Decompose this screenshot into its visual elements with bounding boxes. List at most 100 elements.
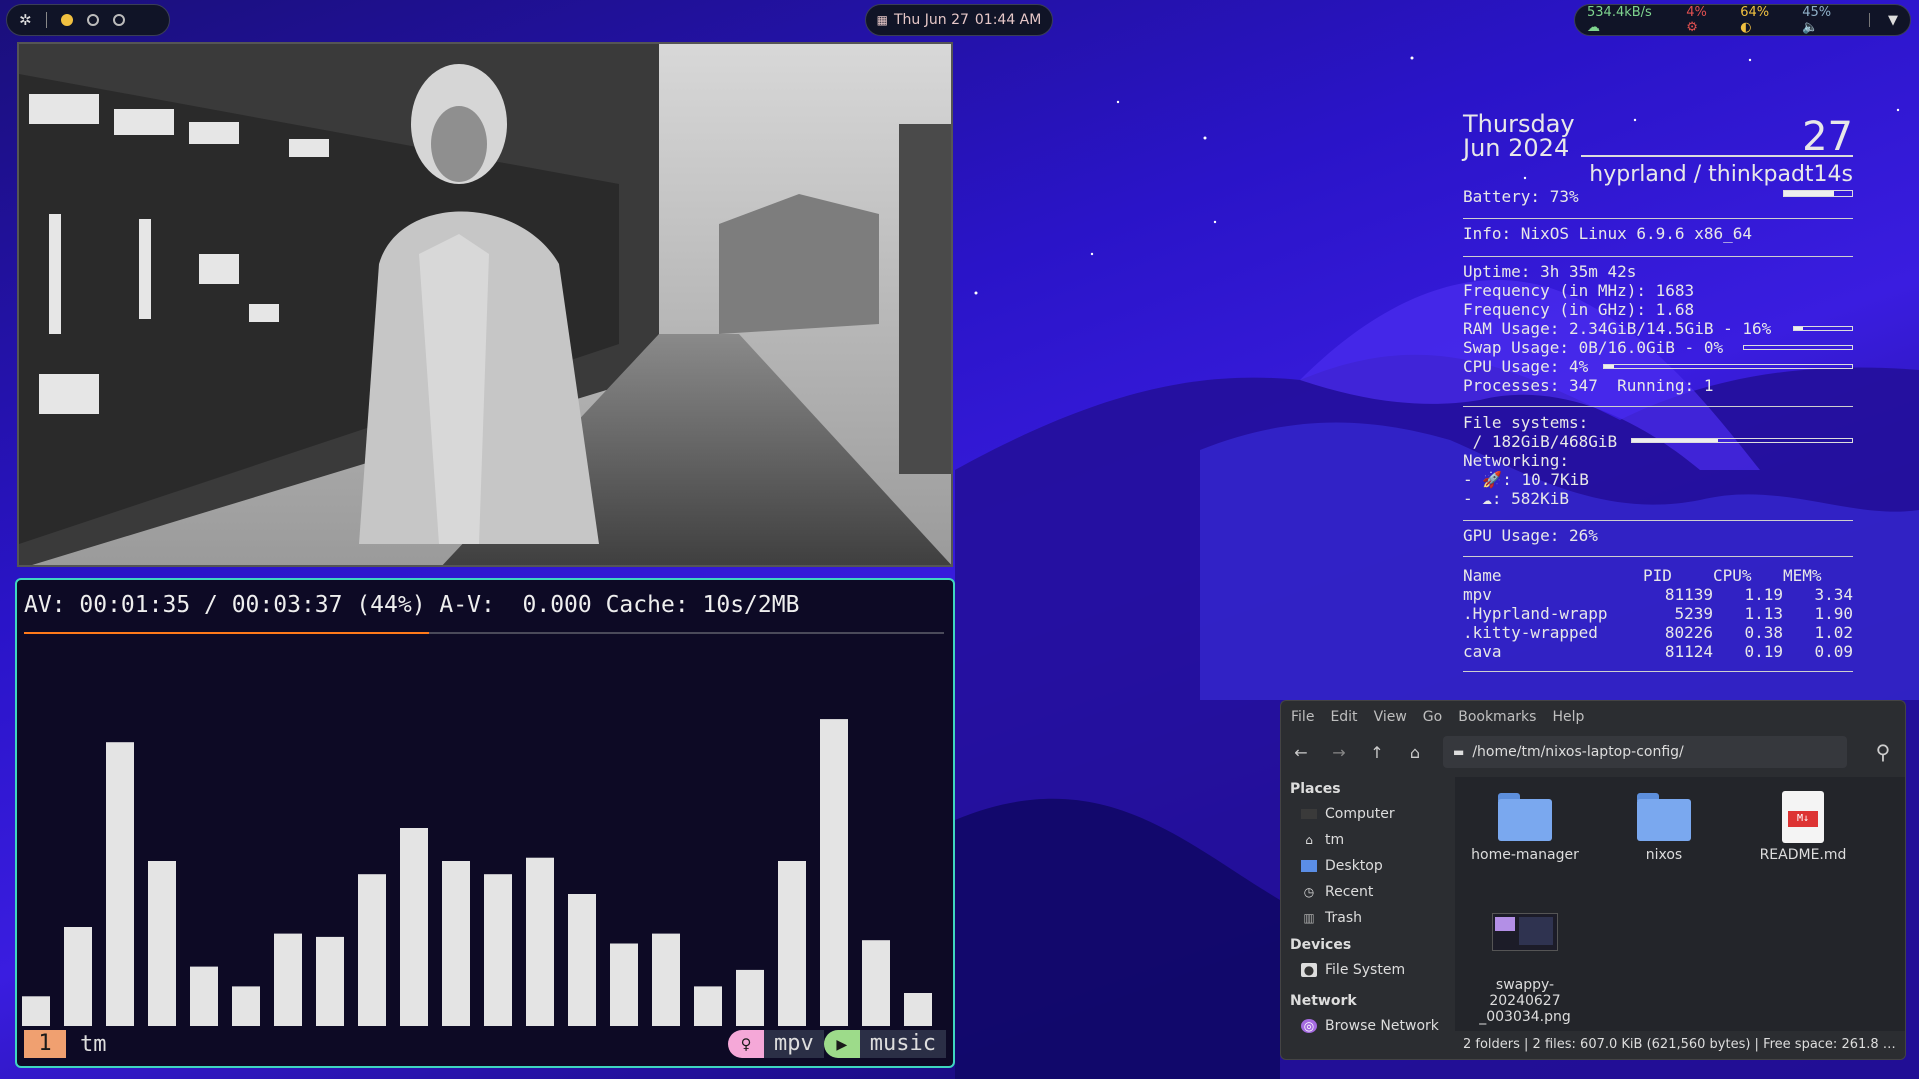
menu-edit[interactable]: Edit bbox=[1330, 709, 1357, 725]
month-year: Jun 2024 bbox=[1463, 134, 1570, 162]
workspace-switcher: ✲ bbox=[6, 4, 170, 36]
workspace-1[interactable] bbox=[60, 14, 73, 26]
desktop-icon bbox=[1301, 860, 1317, 872]
tmux-session-name: tm bbox=[80, 1031, 107, 1057]
host-name: hyprland / thinkpadt14s bbox=[1589, 162, 1853, 187]
network-speed[interactable]: 534.4kB/s ☁ bbox=[1587, 5, 1668, 35]
sidebar-item-browse-network[interactable]: ◎ Browse Network bbox=[1281, 1013, 1453, 1039]
divider bbox=[1463, 218, 1853, 219]
file-item-swappy[interactable]: swappy-20240627 _003034.png bbox=[1465, 893, 1585, 1041]
terminal-icon: ▶ bbox=[823, 1030, 860, 1058]
sidebar-item-desktop[interactable]: Desktop bbox=[1281, 853, 1453, 879]
location-path: /home/tm/nixos-laptop-config/ bbox=[1472, 744, 1684, 760]
filesystem-bar-fill bbox=[1632, 439, 1718, 442]
tmux-window-number[interactable]: 1 bbox=[24, 1030, 66, 1058]
cava-bar bbox=[862, 940, 890, 1026]
cava-bar bbox=[568, 894, 596, 1026]
divider bbox=[1581, 155, 1853, 157]
menu-go[interactable]: Go bbox=[1423, 709, 1442, 725]
cpu-bar-fill bbox=[1604, 365, 1614, 368]
menu-file[interactable]: File bbox=[1291, 709, 1314, 725]
col-pid: PID bbox=[1643, 566, 1672, 585]
search-icon[interactable]: ⚲ bbox=[1873, 740, 1893, 764]
sidebar-item-filesystem[interactable]: ● File System bbox=[1281, 957, 1453, 983]
toolbar: ← → ↑ ⌂ ▬ /home/tm/nixos-laptop-config/ … bbox=[1281, 733, 1905, 771]
filesystem-bar bbox=[1631, 438, 1853, 443]
battery-label: Battery: 73% bbox=[1463, 187, 1579, 206]
process-count: Processes: 347 Running: 1 bbox=[1463, 376, 1714, 395]
cava-bar bbox=[232, 986, 260, 1026]
col-cpu: CPU% bbox=[1713, 566, 1752, 585]
battery-bar bbox=[1783, 190, 1853, 197]
file-manager-window[interactable]: File Edit View Go Bookmarks Help ← → ↑ ⌂… bbox=[1280, 700, 1906, 1060]
table-row: mpv 81139 1.19 3.34 bbox=[1463, 585, 1853, 604]
swap-usage: Swap Usage: 0B/16.0GiB - 0% bbox=[1463, 338, 1724, 357]
tmux-pane-mpv[interactable]: mpv bbox=[764, 1030, 824, 1058]
file-item-nixos[interactable]: nixos bbox=[1604, 787, 1724, 863]
terminal-window[interactable]: AV: 00:01:35 / 00:03:37 (44%) A-V: 0.000… bbox=[15, 578, 955, 1068]
mpv-video-window[interactable] bbox=[17, 42, 953, 567]
cava-bar bbox=[526, 857, 554, 1026]
workspace-2[interactable] bbox=[86, 14, 99, 26]
col-name: Name bbox=[1463, 566, 1502, 585]
sidebar-item-trash[interactable]: ▥ Trash bbox=[1281, 905, 1453, 931]
cava-bar bbox=[820, 719, 848, 1026]
cava-bar bbox=[148, 861, 176, 1026]
battery-bar-fill bbox=[1784, 191, 1834, 196]
divider bbox=[1463, 256, 1853, 257]
sidebar-item-recent[interactable]: ◷ Recent bbox=[1281, 879, 1453, 905]
cpu-icon: ⚙ bbox=[1686, 20, 1698, 35]
system-tray: 534.4kB/s ☁ 4% ⚙ 64% ◐ 45% 🔈 ▼ bbox=[1574, 4, 1911, 36]
file-item-readme[interactable]: M↓ README.md bbox=[1743, 787, 1863, 863]
home-icon[interactable]: ⌂ bbox=[1405, 743, 1425, 762]
image-thumbnail-icon bbox=[1492, 913, 1558, 951]
process-table-header: Name PID CPU% MEM% bbox=[1463, 566, 1853, 585]
folder-icon: ▬ bbox=[1453, 745, 1465, 759]
file-label: swappy-20240627 _003034.png bbox=[1479, 977, 1571, 1025]
divider bbox=[45, 12, 47, 28]
cava-bar bbox=[442, 861, 470, 1026]
cpu-bar bbox=[1603, 364, 1853, 369]
col-mem: MEM% bbox=[1783, 566, 1822, 585]
clock[interactable]: ▦ Thu Jun 27 01:44 AM bbox=[865, 4, 1053, 36]
menu-help[interactable]: Help bbox=[1552, 709, 1584, 725]
file-grid: home-manager nixos M↓ README.md swappy-2… bbox=[1455, 777, 1905, 1031]
sidebar-header-network: Network bbox=[1290, 993, 1357, 1009]
table-row: .Hyprland-wrapp 5239 1.13 1.90 bbox=[1463, 604, 1853, 623]
freq-ghz: Frequency (in GHz): 1.68 bbox=[1463, 300, 1695, 319]
cava-bar bbox=[652, 933, 680, 1026]
clock-time: 01:44 AM bbox=[974, 12, 1042, 28]
cpu-indicator[interactable]: 4% ⚙ bbox=[1686, 5, 1722, 35]
menu-view[interactable]: View bbox=[1374, 709, 1407, 725]
person-icon: ♀ bbox=[728, 1030, 765, 1058]
sidebar-header-places: Places bbox=[1290, 781, 1341, 797]
net-download: - ☁: 582KiB bbox=[1463, 489, 1569, 508]
forward-arrow-icon[interactable]: → bbox=[1329, 743, 1349, 762]
day-number: 27 bbox=[1802, 114, 1853, 160]
speaker-icon: 🔈 bbox=[1802, 20, 1819, 35]
volume-indicator[interactable]: 45% 🔈 bbox=[1802, 5, 1851, 35]
workspace-3[interactable] bbox=[112, 14, 125, 26]
file-label: README.md bbox=[1759, 847, 1847, 863]
wifi-icon[interactable]: ▼ bbox=[1888, 13, 1898, 28]
filesystem-root: / 182GiB/468GiB bbox=[1463, 432, 1618, 451]
battery-indicator[interactable]: 64% ◐ bbox=[1740, 5, 1784, 35]
divider bbox=[1869, 13, 1870, 27]
tmux-status-bar: 1 tm ♀ mpv ▶ music bbox=[24, 1030, 946, 1058]
gear-icon[interactable]: ✲ bbox=[19, 11, 32, 29]
up-arrow-icon[interactable]: ↑ bbox=[1367, 743, 1387, 762]
table-row: .kitty-wrapped 80226 0.38 1.02 bbox=[1463, 623, 1853, 642]
file-item-home-manager[interactable]: home-manager bbox=[1465, 787, 1585, 863]
sidebar-header-devices: Devices bbox=[1290, 937, 1352, 953]
cava-bar bbox=[778, 861, 806, 1026]
sidebar-item-home[interactable]: ⌂ tm bbox=[1281, 827, 1453, 853]
back-arrow-icon[interactable]: ← bbox=[1291, 743, 1311, 762]
location-bar[interactable]: ▬ /home/tm/nixos-laptop-config/ bbox=[1443, 736, 1847, 768]
cloud-upload-icon: ☁ bbox=[1587, 20, 1600, 35]
clock-icon: ◷ bbox=[1303, 885, 1315, 899]
menu-bookmarks[interactable]: Bookmarks bbox=[1458, 709, 1536, 725]
cava-bar bbox=[274, 933, 302, 1026]
sidebar-item-computer[interactable]: Computer bbox=[1281, 801, 1453, 827]
tmux-pane-music[interactable]: music bbox=[859, 1030, 946, 1058]
video-frame bbox=[19, 44, 951, 565]
